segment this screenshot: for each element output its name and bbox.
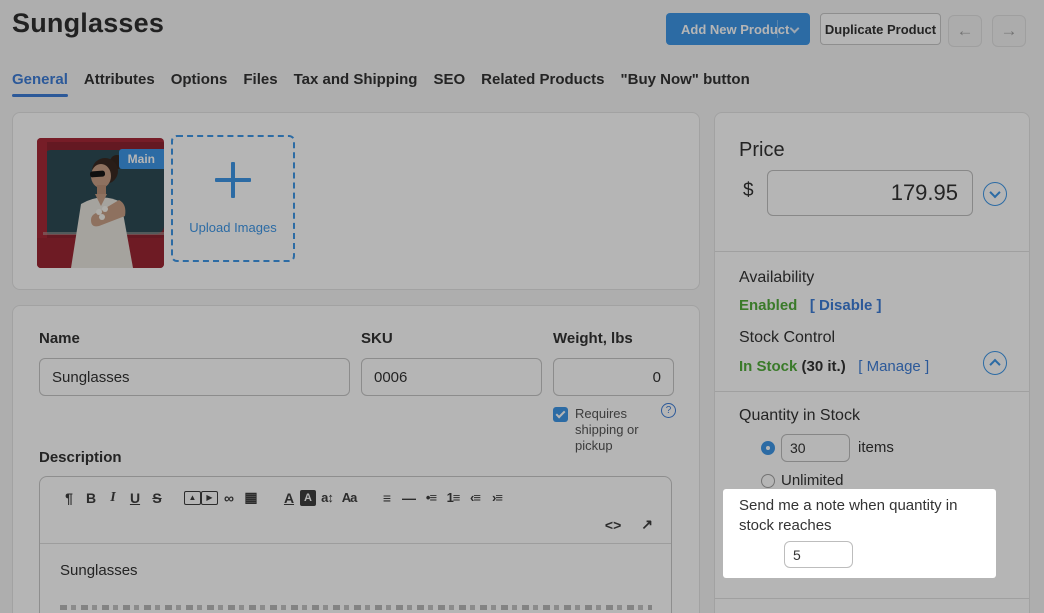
stock-control-value: In Stock (30 it.) [ Manage ] (739, 358, 929, 375)
quantity-in-stock-label: Quantity in Stock (739, 407, 860, 424)
help-icon[interactable]: ? (661, 403, 676, 418)
previous-product-button[interactable]: ← (948, 15, 982, 47)
tab-tax-and-shipping[interactable]: Tax and Shipping (294, 71, 418, 97)
pricing-stock-card: Price $ Availability Enabled [ Disable ]… (714, 112, 1030, 613)
tab-attributes[interactable]: Attributes (84, 71, 155, 97)
currency-symbol: $ (743, 180, 754, 201)
stock-status: In Stock (739, 358, 798, 375)
arrow-left-icon: ← (956, 21, 974, 40)
items-suffix-label: items (858, 439, 894, 456)
page-title: Sunglasses (12, 8, 165, 38)
add-new-product-button[interactable]: Add New Product (666, 13, 810, 45)
editor-toolbar-row2: <> ↗ (40, 508, 671, 543)
bullet-list-icon[interactable]: •≡ (420, 490, 442, 505)
availability-label: Availability (739, 269, 815, 286)
font-size-icon[interactable]: a↕ (316, 490, 338, 505)
sku-label: SKU (361, 330, 393, 347)
insert-video-icon[interactable]: ▶ (201, 490, 218, 505)
requires-shipping-row: Requires shipping or pickup (553, 406, 665, 454)
next-product-button[interactable]: → (992, 15, 1026, 47)
manage-link[interactable]: [ Manage ] (858, 358, 929, 375)
align-icon[interactable]: ≡ (376, 490, 398, 506)
disable-link[interactable]: [ Disable ] (810, 297, 882, 314)
availability-value: Enabled [ Disable ] (739, 297, 882, 314)
tab-files[interactable]: Files (243, 71, 277, 97)
product-details-card: Name SKU Weight, lbs Requires shipping o… (12, 305, 700, 613)
description-text[interactable]: Sunglasses (40, 544, 671, 597)
duplicate-product-label: Duplicate Product (824, 21, 937, 37)
arrow-right-icon: → (1000, 21, 1018, 40)
weight-label: Weight, lbs (553, 330, 633, 347)
divider (715, 598, 1029, 599)
table-icon[interactable]: ▦ (240, 489, 262, 506)
tab-seo[interactable]: SEO (433, 71, 465, 97)
code-view-icon[interactable]: <> (605, 517, 621, 533)
paragraph-icon[interactable]: ¶ (58, 490, 80, 506)
numbered-list-icon[interactable]: 1≡ (442, 490, 464, 505)
price-options-toggle[interactable] (983, 182, 1007, 206)
tab-options[interactable]: Options (171, 71, 228, 97)
link-icon[interactable]: ∞ (218, 490, 240, 506)
divider (715, 251, 1029, 252)
description-clipped-text-line (60, 605, 652, 610)
sku-input[interactable] (361, 358, 542, 396)
outdent-icon[interactable]: ‹≡ (464, 490, 486, 505)
items-radio[interactable] (761, 441, 775, 455)
editor-toolbar-row1: ¶ B I U S ▲ ▶ ∞ ▦ A Aa↕ Aa ≡ — •≡ 1≡ ‹≡ ›≡ (40, 477, 671, 508)
product-photo[interactable]: Main (37, 138, 164, 268)
chevron-up-icon (989, 358, 1001, 371)
add-new-product-label: Add New Product (681, 21, 790, 37)
upload-images-label: Upload Images (189, 220, 277, 235)
unlimited-radio[interactable] (761, 474, 775, 488)
chevron-down-icon[interactable] (789, 23, 800, 34)
text-style-icon[interactable]: Aa (338, 490, 360, 505)
description-editor: ¶ B I U S ▲ ▶ ∞ ▦ A Aa↕ Aa ≡ — •≡ 1≡ ‹≡ ›≡ <> ↗ Sunglasses (39, 476, 672, 613)
chevron-down-icon (989, 186, 1001, 199)
price-label: Price (739, 139, 785, 161)
highlight-color-icon[interactable]: A (300, 489, 316, 506)
bold-icon[interactable]: B (80, 490, 102, 506)
requires-shipping-label: Requires shipping or pickup (575, 406, 639, 453)
upload-images-dropzone[interactable]: Upload Images (171, 135, 295, 262)
stock-collapse-toggle[interactable] (983, 351, 1007, 375)
availability-status: Enabled (739, 297, 798, 314)
divider (715, 391, 1029, 392)
stock-control-label: Stock Control (739, 329, 836, 346)
description-label: Description (39, 449, 122, 466)
quantity-input[interactable] (781, 434, 850, 462)
main-image-badge: Main (118, 149, 164, 169)
low-stock-threshold-input[interactable] (784, 541, 853, 568)
low-stock-note-spotlight: Send me a note when quantity in stock re… (723, 489, 996, 578)
product-edit-page: Sunglasses Add New Product Duplicate Pro… (0, 0, 1044, 613)
plus-icon (215, 162, 251, 198)
duplicate-product-button[interactable]: Duplicate Product (820, 13, 941, 45)
unlimited-label: Unlimited (781, 472, 844, 489)
button-separator (777, 20, 778, 38)
price-input[interactable] (767, 170, 973, 216)
product-images-card: Main Upload Images (12, 112, 700, 290)
low-stock-note-label: Send me a note when quantity in stock re… (739, 497, 958, 534)
tabs: General Attributes Options Files Tax and Shi… (12, 71, 750, 97)
indent-icon[interactable]: ›≡ (486, 490, 508, 505)
tab-related-products[interactable]: Related Products (481, 71, 604, 97)
italic-icon[interactable]: I (102, 490, 124, 506)
underline-icon[interactable]: U (124, 490, 146, 506)
name-label: Name (39, 330, 80, 347)
fullscreen-icon[interactable]: ↗ (641, 516, 653, 533)
horizontal-rule-icon[interactable]: — (398, 490, 420, 506)
requires-shipping-checkbox[interactable] (553, 407, 568, 422)
strikethrough-icon[interactable]: S (146, 490, 168, 506)
insert-image-icon[interactable]: ▲ (184, 490, 201, 505)
tab-general[interactable]: General (12, 71, 68, 97)
name-input[interactable] (39, 358, 350, 396)
tab-buy-now-button[interactable]: "Buy Now" button (621, 71, 750, 97)
text-color-icon[interactable]: A (278, 490, 300, 506)
stock-count: (30 it.) (801, 358, 846, 375)
weight-input[interactable] (553, 358, 674, 396)
